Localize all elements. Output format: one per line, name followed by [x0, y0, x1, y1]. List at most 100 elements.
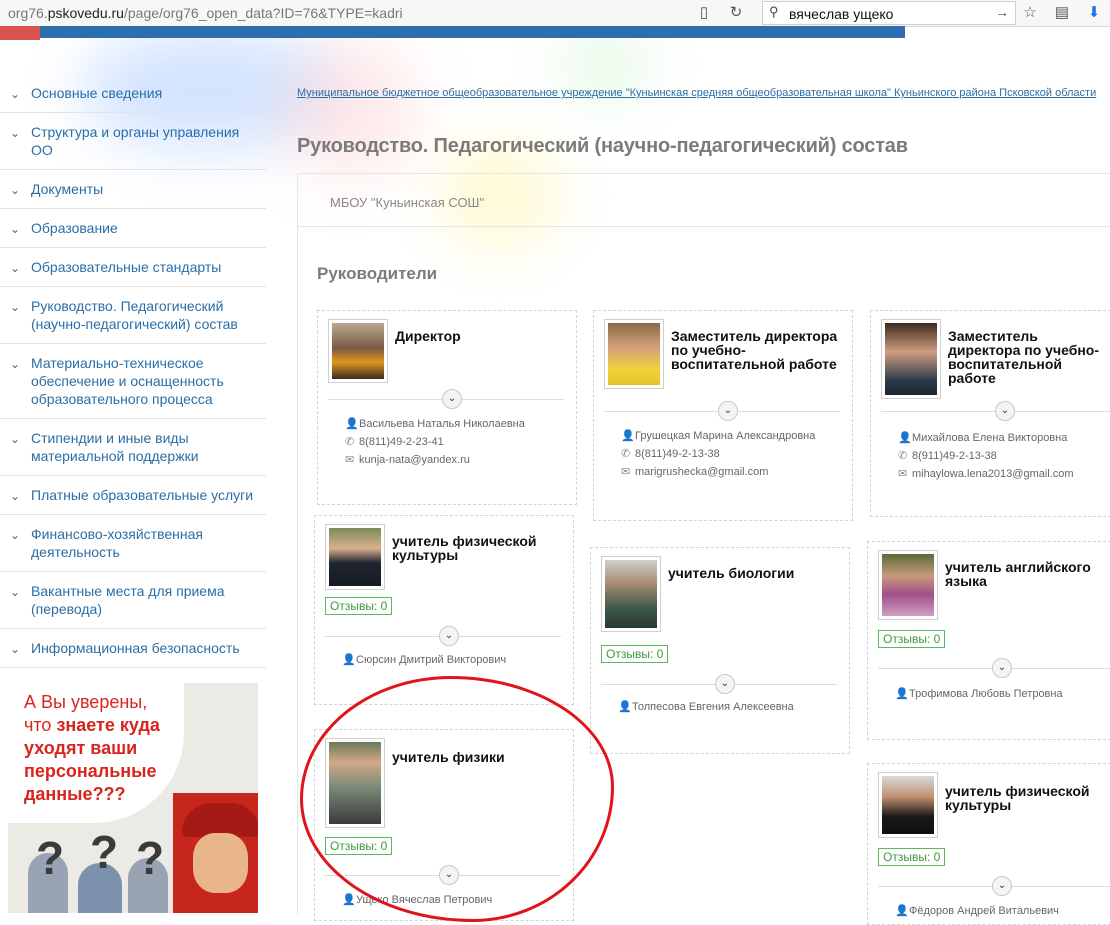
staff-photo[interactable] — [881, 319, 941, 399]
sidebar-item-scholarships[interactable]: ⌄ Стипендии и иные виды материальной подд… — [0, 419, 266, 476]
sidebar-item-facilities[interactable]: ⌄ Материально-техническое обеспечение и о… — [0, 344, 266, 419]
tab-bar: МБОУ "Куньинская СОШ" — [298, 174, 1110, 227]
reload-icon[interactable]: ↻ — [726, 3, 746, 23]
bookmark-star-icon[interactable]: ☆ — [1020, 3, 1040, 23]
sidebar-item-structure[interactable]: ⌄ Структура и органы управления ОО — [0, 113, 266, 170]
expand-toggle-icon[interactable]: ⌄ — [442, 389, 462, 409]
envelope-icon: ✉ — [898, 468, 908, 480]
chevron-down-icon: ⌄ — [10, 642, 21, 656]
staff-role: учитель физической культуры — [945, 783, 1090, 813]
staff-card-director: Директор ⌄ 👤Васильева Наталья Николаевна… — [317, 310, 577, 505]
staff-card-teacher: учитель английского языка Отзывы: 0 ⌄ 👤Т… — [867, 541, 1110, 740]
person-icon: 👤 — [895, 688, 909, 700]
chevron-down-icon: ⌄ — [10, 222, 21, 236]
staff-phone: ✆ 8(811)49-2-23-41 — [345, 436, 444, 448]
chevron-down-icon: ⌄ — [10, 300, 21, 314]
sidebar-item-finance[interactable]: ⌄ Финансово-хозяйственная деятельность — [0, 515, 266, 572]
staff-phone: ✆ 8(911)49-2-13-38 — [898, 450, 997, 462]
person-icon: 👤 — [618, 701, 632, 713]
search-box[interactable]: ⚲ вячеслав ущеко → — [762, 1, 1016, 25]
search-input[interactable]: вячеслав ущеко — [789, 6, 893, 22]
sidebar-item-vacancies[interactable]: ⌄ Вакантные места для приема (перевода) — [0, 572, 266, 629]
chevron-down-icon: ⌄ — [10, 87, 21, 101]
library-icon[interactable]: ▤ — [1052, 3, 1072, 23]
staff-email[interactable]: ✉ kunja-nata@yandex.ru — [345, 453, 470, 466]
sidebar-item-documents[interactable]: ⌄ Документы — [0, 170, 266, 209]
staff-photo[interactable] — [328, 319, 388, 383]
ad-banner[interactable]: ? ? ? А Вы уверены, что знаете куда уход… — [8, 683, 258, 913]
page-title: Руководство. Педагогический (научно-педа… — [297, 135, 908, 157]
person-icon: 👤 — [342, 894, 356, 906]
sidebar-item-standards[interactable]: ⌄ Образовательные стандарты — [0, 248, 266, 287]
staff-phone: ✆ 8(811)49-2-13-38 — [621, 448, 720, 460]
staff-role: Заместитель директора по учебно-воспитат… — [948, 328, 1100, 386]
reviews-badge[interactable]: Отзывы: 0 — [325, 597, 393, 615]
ad-poster-face — [193, 833, 248, 893]
staff-name: 👤Фёдоров Андрей Витальевич — [895, 905, 1059, 917]
ad-poster-cap — [182, 803, 258, 837]
staff-photo[interactable] — [601, 556, 661, 632]
background-blob — [280, 40, 420, 180]
person-icon: 👤 — [621, 430, 635, 442]
staff-email[interactable]: ✉ marigrushecka@gmail.com — [621, 465, 768, 478]
question-mark-icon: ? — [90, 826, 119, 878]
expand-toggle-icon[interactable]: ⌄ — [992, 658, 1012, 678]
expand-toggle-icon[interactable]: ⌄ — [995, 401, 1015, 421]
envelope-icon: ✉ — [621, 466, 631, 478]
reviews-badge[interactable]: Отзывы: 0 — [601, 645, 669, 663]
staff-role: Заместитель директора по учебно-воспитат… — [671, 328, 838, 372]
phone-icon: ✆ — [345, 436, 355, 448]
sidebar-item-education[interactable]: ⌄ Образование — [0, 209, 266, 248]
expand-toggle-icon[interactable]: ⌄ — [992, 876, 1012, 896]
reviews-badge[interactable]: Отзывы: 0 — [878, 848, 946, 866]
staff-name: 👤Михайлова Елена Викторовна — [898, 432, 1068, 444]
expand-toggle-icon[interactable]: ⌄ — [715, 674, 735, 694]
chevron-down-icon: ⌄ — [10, 528, 21, 542]
sidebar-item-paid-services[interactable]: ⌄ Платные образовательные услуги — [0, 476, 266, 515]
sidebar-item-security[interactable]: ⌄ Информационная безопасность — [0, 629, 266, 668]
chevron-down-icon: ⌄ — [10, 126, 21, 140]
person-icon: 👤 — [898, 432, 912, 444]
staff-card-deputy: Заместитель директора по учебно-воспитат… — [870, 310, 1110, 517]
person-icon: 👤 — [345, 418, 359, 430]
top-navigation — [0, 26, 905, 38]
phone-icon: ✆ — [898, 450, 908, 462]
home-button[interactable] — [0, 26, 40, 40]
chevron-down-icon: ⌄ — [10, 183, 21, 197]
person-icon: 👤 — [342, 654, 356, 666]
reviews-badge[interactable]: Отзывы: 0 — [878, 630, 946, 648]
address-bar[interactable]: org76.pskovedu.ru/page/org76_open_data?I… — [8, 5, 403, 21]
organization-link[interactable]: Муниципальное бюджетное общеобразователь… — [297, 87, 1096, 99]
phone-icon: ✆ — [621, 448, 631, 460]
search-go-icon[interactable]: → — [995, 4, 1009, 20]
download-icon[interactable]: ⬇ — [1084, 3, 1104, 23]
reader-view-icon[interactable]: ▯ — [694, 3, 714, 23]
staff-photo[interactable] — [325, 524, 385, 590]
chevron-down-icon: ⌄ — [10, 357, 21, 371]
search-icon: ⚲ — [769, 4, 779, 19]
staff-email[interactable]: ✉ mihaylowa.lena2013@gmail.com — [898, 467, 1074, 480]
staff-photo[interactable] — [604, 319, 664, 389]
staff-card-teacher: учитель биологии Отзывы: 0 ⌄ 👤Толпесова … — [590, 547, 850, 754]
chevron-down-icon: ⌄ — [10, 432, 21, 446]
staff-role: учитель английского языка — [945, 559, 1091, 589]
staff-photo[interactable] — [878, 550, 938, 620]
staff-name: 👤Трофимова Любовь Петровна — [895, 688, 1063, 700]
staff-role: учитель физической культуры — [392, 533, 537, 563]
staff-name: 👤Сюрсин Дмитрий Викторович — [342, 654, 507, 666]
staff-photo[interactable] — [878, 772, 938, 838]
browser-toolbar: org76.pskovedu.ru/page/org76_open_data?I… — [0, 0, 1110, 27]
staff-role: учитель биологии — [668, 565, 795, 581]
expand-toggle-icon[interactable]: ⌄ — [718, 401, 738, 421]
staff-name: 👤Васильева Наталья Николаевна — [345, 418, 525, 430]
staff-card-teacher: учитель физической культуры Отзывы: 0 ⌄ … — [867, 763, 1110, 925]
staff-role: Директор — [395, 328, 461, 344]
expand-toggle-icon[interactable]: ⌄ — [439, 626, 459, 646]
staff-name: 👤Толпесова Евгения Алексеевна — [618, 701, 794, 713]
sidebar-item-staff[interactable]: ⌄ Руководство. Педагогический (научно-пед… — [0, 287, 266, 344]
tab-school[interactable]: МБОУ "Куньинская СОШ" — [330, 195, 484, 210]
question-mark-icon: ? — [136, 832, 165, 884]
staff-name: 👤Грушецкая Марина Александровна — [621, 430, 816, 442]
sidebar: ⌄ Основные сведения ⌄ Структура и органы у… — [0, 74, 266, 668]
sidebar-item-basic-info[interactable]: ⌄ Основные сведения — [0, 74, 266, 113]
